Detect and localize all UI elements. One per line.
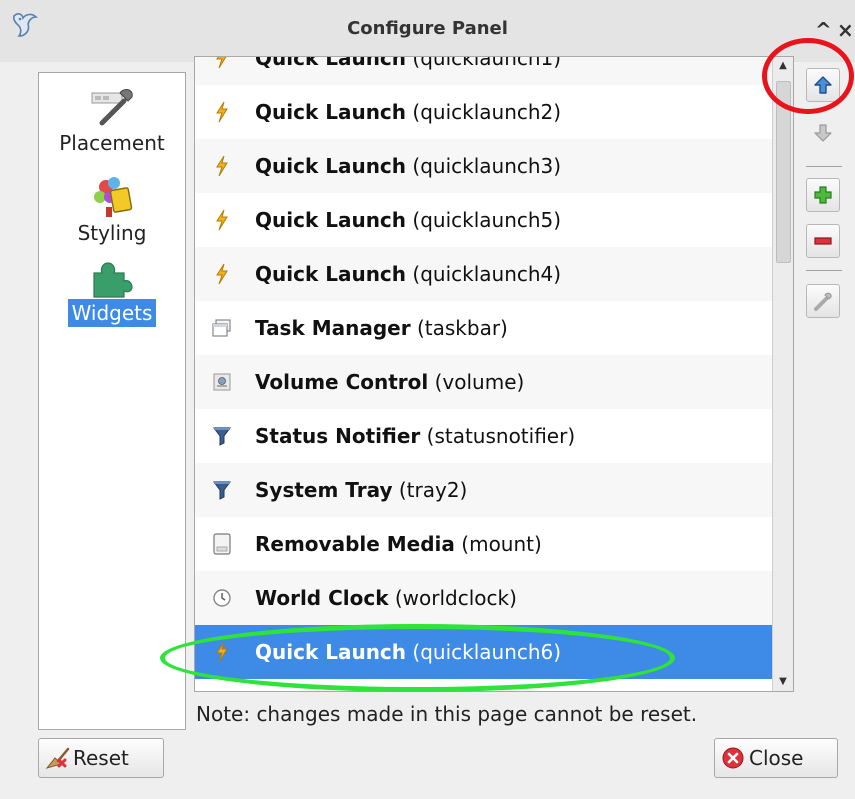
add-widget-button[interactable] [806,178,840,212]
quicklaunch-icon [211,263,233,285]
list-item[interactable]: Removable Media (mount) [195,517,772,571]
widget-name: Quick Launch [255,56,407,70]
styling-icon [94,177,133,217]
sidebar-item-label: Widgets [67,299,157,327]
quicklaunch-icon [211,101,233,123]
configure-icon [814,292,832,311]
sidebar-item-label: Placement [59,131,165,155]
list-item[interactable]: System Tray (tray2) [195,463,772,517]
widget-id: (taskbar) [416,316,508,340]
widget-id: (quicklaunch4) [412,262,562,286]
list-item[interactable]: Quick Launch (quicklaunch5) [195,193,772,247]
widget-list[interactable]: Quick Launch (quicklaunch1) Quick Launch … [194,56,794,692]
funnel-icon [211,479,233,501]
widget-name: Volume Control [255,370,429,394]
window-title: Configure Panel [347,18,508,39]
widget-id: (quicklaunch5) [412,208,562,232]
placement-icon [91,89,133,126]
toolbar-separator [806,270,842,271]
widget-id: (quicklaunch3) [412,154,562,178]
widget-id: (worldclock) [394,586,517,610]
move-up-icon [814,76,832,94]
scroll-up-icon[interactable]: ▲ [773,57,793,75]
list-item[interactable]: Task Manager (taskbar) [195,301,772,355]
list-item[interactable]: Quick Launch (quicklaunch2) [195,85,772,139]
close-button[interactable]: Close [714,738,838,778]
reset-button[interactable]: Reset [38,738,164,778]
quicklaunch-icon [211,209,233,231]
widget-id: (volume) [434,370,525,394]
sidebar-item-styling[interactable]: Styling [39,171,185,247]
clock-icon [211,587,233,609]
sidebar-item-placement[interactable]: Placement [39,81,185,157]
category-sidebar: Placement Styling Widgets [38,72,186,730]
widget-name: Quick Launch [255,100,407,124]
restore-button[interactable]: ^ [815,18,832,42]
remove-icon [814,237,832,245]
remove-widget-button[interactable] [806,224,840,258]
close-window-button[interactable]: × [837,18,854,42]
move-down-button[interactable] [806,116,840,150]
taskbar-icon [211,317,233,339]
list-item[interactable]: Volume Control (volume) [195,355,772,409]
broom-icon [45,747,70,769]
widget-id: (tray2) [398,478,468,502]
close-label: Close [749,746,804,770]
reset-label: Reset [73,746,129,770]
widget-name: Quick Launch [255,262,407,286]
widget-id: (quicklaunch1) [412,56,562,70]
scroll-down-icon[interactable]: ▼ [773,673,793,691]
widget-id: (quicklaunch2) [412,100,562,124]
move-down-icon [814,124,832,142]
list-item[interactable]: Quick Launch (quicklaunch3) [195,139,772,193]
move-up-button[interactable] [806,68,840,102]
widget-name: System Tray [255,478,393,502]
close-circle-icon [722,747,744,769]
title-bar[interactable]: Configure Panel ^ × [0,0,855,62]
toolbar-separator [806,166,842,167]
widget-name: Quick Launch [255,154,407,178]
quicklaunch-icon [211,155,233,177]
widget-name: Task Manager [255,316,411,340]
funnel-icon [211,425,233,447]
configure-panel-window: Configure Panel ^ × Placement Styling Wi… [0,0,855,799]
widgets-icon [93,262,133,298]
sidebar-item-label: Styling [77,221,147,245]
widget-name: Quick Launch [255,208,407,232]
configure-widget-button[interactable] [806,284,840,318]
list-item-selected[interactable]: Quick Launch (quicklaunch6) [195,625,772,679]
list-scrollbar[interactable]: ▲ ▼ [772,57,793,691]
add-icon [814,186,832,204]
reset-note: Note: changes made in this page cannot b… [196,702,698,726]
widget-name: Quick Launch [255,640,407,664]
widget-name: Removable Media [255,532,455,556]
quicklaunch-icon [211,641,233,663]
drive-icon [211,533,233,555]
list-item[interactable]: Status Notifier (statusnotifier) [195,409,772,463]
volume-icon [211,371,233,393]
scrollbar-thumb[interactable] [776,81,791,263]
widget-name: World Clock [255,586,389,610]
widget-id: (mount) [461,532,542,556]
sidebar-item-widgets[interactable]: Widgets [39,251,185,327]
quicklaunch-icon [211,57,233,69]
widget-id: (quicklaunch6) [412,640,562,664]
widget-name: Status Notifier [255,424,421,448]
widget-list-rows: Quick Launch (quicklaunch1) Quick Launch … [195,56,772,679]
list-item[interactable]: Quick Launch (quicklaunch4) [195,247,772,301]
list-item[interactable]: World Clock (worldclock) [195,571,772,625]
widget-id: (statusnotifier) [426,424,576,448]
list-item[interactable]: Quick Launch (quicklaunch1) [195,56,772,85]
